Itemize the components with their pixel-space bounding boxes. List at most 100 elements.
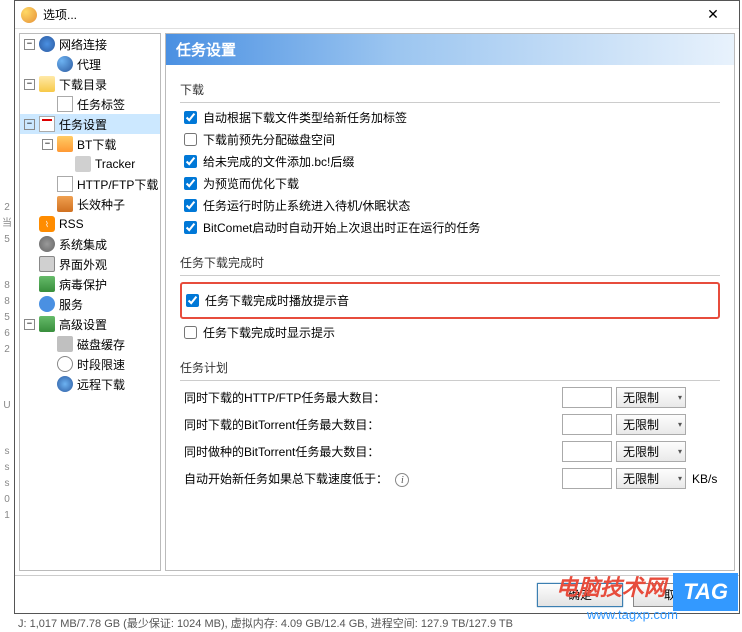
tree-services[interactable]: 服务 bbox=[20, 294, 160, 314]
plan-http-dropdown[interactable]: 无限制 ▾ bbox=[616, 387, 686, 408]
tree-label: 任务设置 bbox=[59, 116, 107, 133]
divider bbox=[180, 102, 720, 103]
task-settings-icon bbox=[39, 116, 55, 132]
tree-task-tag[interactable]: 任务标签 bbox=[20, 94, 160, 114]
tree-label: 网络连接 bbox=[59, 36, 107, 53]
chk-auto-tag-label: 自动根据下载文件类型给新任务加标签 bbox=[203, 109, 407, 126]
group-complete-title: 任务下载完成时 bbox=[180, 254, 720, 271]
expander-icon[interactable]: − bbox=[24, 39, 35, 50]
plan-http-label: 同时下载的HTTP/FTP任务最大数目： bbox=[184, 389, 562, 406]
left-gutter: 2 当 5 8 8 5 6 2 U s s s 0 1 bbox=[0, 0, 14, 614]
tree-schedule[interactable]: 时段限速 bbox=[20, 354, 160, 374]
tree-advanced[interactable]: − 高级设置 bbox=[20, 314, 160, 334]
tracker-icon bbox=[75, 156, 91, 172]
dropdown-value: 无限制 bbox=[623, 443, 659, 460]
tree-long-seed[interactable]: 长效种子 bbox=[20, 194, 160, 214]
group-download-title: 下载 bbox=[180, 81, 720, 98]
tree-bt-download[interactable]: − BT下载 bbox=[20, 134, 160, 154]
chk-auto-tag[interactable] bbox=[184, 111, 197, 124]
divider bbox=[180, 380, 720, 381]
chk-preview[interactable] bbox=[184, 177, 197, 190]
tree-label: 磁盘缓存 bbox=[77, 336, 125, 353]
tree-virus[interactable]: 病毒保护 bbox=[20, 274, 160, 294]
chk-bc-suffix-label: 给未完成的文件添加.bc!后缀 bbox=[203, 153, 354, 170]
chk-bc-suffix[interactable] bbox=[184, 155, 197, 168]
sidebar-tree[interactable]: − 网络连接 代理 − 下载目录 任务标签 − 任 bbox=[19, 33, 161, 571]
tree-interface[interactable]: 界面外观 bbox=[20, 254, 160, 274]
chk-show-tip[interactable] bbox=[184, 326, 197, 339]
remote-icon bbox=[57, 376, 73, 392]
app-icon bbox=[21, 7, 37, 23]
dropdown-value: 无限制 bbox=[623, 416, 659, 433]
plan-http-input[interactable] bbox=[562, 387, 612, 408]
clock-icon bbox=[57, 356, 73, 372]
content-area: − 网络连接 代理 − 下载目录 任务标签 − 任 bbox=[15, 29, 739, 575]
chk-play-sound-label: 任务下载完成时播放提示音 bbox=[205, 292, 349, 309]
chk-prealloc-label: 下载前预先分配磁盘空间 bbox=[203, 131, 335, 148]
chk-resume-row: BitComet启动时自动开始上次退出时正在运行的任务 bbox=[184, 219, 720, 236]
info-icon[interactable]: i bbox=[395, 473, 409, 487]
chk-play-sound[interactable] bbox=[186, 294, 199, 307]
chk-prevent-sleep-label: 任务运行时防止系统进入待机/休眠状态 bbox=[203, 197, 410, 214]
tree-label: 长效种子 bbox=[77, 196, 125, 213]
tree-label: 任务标签 bbox=[77, 96, 125, 113]
chk-show-tip-row: 任务下载完成时显示提示 bbox=[184, 324, 720, 341]
expander-icon[interactable]: − bbox=[24, 119, 35, 130]
plan-bt-input[interactable] bbox=[562, 414, 612, 435]
shield-icon bbox=[39, 276, 55, 292]
plan-bt-dropdown[interactable]: 无限制 ▾ bbox=[616, 414, 686, 435]
chk-prealloc-row: 下载前预先分配磁盘空间 bbox=[184, 131, 720, 148]
divider bbox=[180, 275, 720, 276]
proxy-icon bbox=[57, 56, 73, 72]
unit-kbs: KB/s bbox=[692, 472, 720, 486]
chk-preview-label: 为预览而优化下载 bbox=[203, 175, 299, 192]
chevron-down-icon: ▾ bbox=[678, 474, 682, 483]
tree-label: BT下载 bbox=[77, 136, 116, 153]
chk-prevent-sleep[interactable] bbox=[184, 199, 197, 212]
tree-system-integration[interactable]: 系统集成 bbox=[20, 234, 160, 254]
tree-label: 下载目录 bbox=[59, 76, 107, 93]
http-icon bbox=[57, 176, 73, 192]
expander-icon[interactable]: − bbox=[24, 319, 35, 330]
disk-icon bbox=[57, 336, 73, 352]
tree-proxy[interactable]: 代理 bbox=[20, 54, 160, 74]
tree-task-settings[interactable]: − 任务设置 bbox=[20, 114, 160, 134]
chk-resume-label: BitComet启动时自动开始上次退出时正在运行的任务 bbox=[203, 219, 480, 236]
expander-icon[interactable]: − bbox=[24, 79, 35, 90]
tree-http-ftp[interactable]: HTTP/FTP下载 bbox=[20, 174, 160, 194]
tree-tracker[interactable]: Tracker bbox=[20, 154, 160, 174]
chk-auto-tag-row: 自动根据下载文件类型给新任务加标签 bbox=[184, 109, 720, 126]
gear-icon bbox=[39, 236, 55, 252]
plan-auto-dropdown[interactable]: 无限制 ▾ bbox=[616, 468, 686, 489]
tree-download-dir[interactable]: − 下载目录 bbox=[20, 74, 160, 94]
plan-seed-input[interactable] bbox=[562, 441, 612, 462]
chk-preview-row: 为预览而优化下载 bbox=[184, 175, 720, 192]
tree-disk-cache[interactable]: 磁盘缓存 bbox=[20, 334, 160, 354]
cancel-button[interactable]: 取消 bbox=[633, 583, 719, 607]
bt-icon bbox=[57, 136, 73, 152]
plan-auto-input[interactable] bbox=[562, 468, 612, 489]
tree-label: 系统集成 bbox=[59, 236, 107, 253]
tree-network[interactable]: − 网络连接 bbox=[20, 34, 160, 54]
folder-icon bbox=[39, 76, 55, 92]
expander-icon[interactable]: − bbox=[42, 139, 53, 150]
chk-prealloc[interactable] bbox=[184, 133, 197, 146]
tree-label: 服务 bbox=[59, 296, 83, 313]
window-title: 选项... bbox=[43, 6, 693, 23]
tree-label: 界面外观 bbox=[59, 256, 107, 273]
chk-play-sound-row: 任务下载完成时播放提示音 bbox=[186, 292, 718, 309]
tree-label: 高级设置 bbox=[59, 316, 107, 333]
chk-resume-on-start[interactable] bbox=[184, 221, 197, 234]
main-panel: 任务设置 下载 自动根据下载文件类型给新任务加标签 下载前预先分配磁盘空间 给未… bbox=[165, 33, 735, 571]
tree-remote[interactable]: 远程下载 bbox=[20, 374, 160, 394]
monitor-icon bbox=[39, 256, 55, 272]
tree-rss[interactable]: ⌇ RSS bbox=[20, 214, 160, 234]
tree-label: 代理 bbox=[77, 56, 101, 73]
ok-button[interactable]: 确定 bbox=[537, 583, 623, 607]
plan-seed-dropdown[interactable]: 无限制 ▾ bbox=[616, 441, 686, 462]
options-dialog: 选项... ✕ − 网络连接 代理 − 下载目录 任务标签 bbox=[14, 0, 740, 614]
highlight-annotation: 任务下载完成时播放提示音 bbox=[180, 282, 720, 319]
titlebar: 选项... ✕ bbox=[15, 1, 739, 29]
close-button[interactable]: ✕ bbox=[693, 3, 733, 27]
earth-icon bbox=[39, 36, 55, 52]
